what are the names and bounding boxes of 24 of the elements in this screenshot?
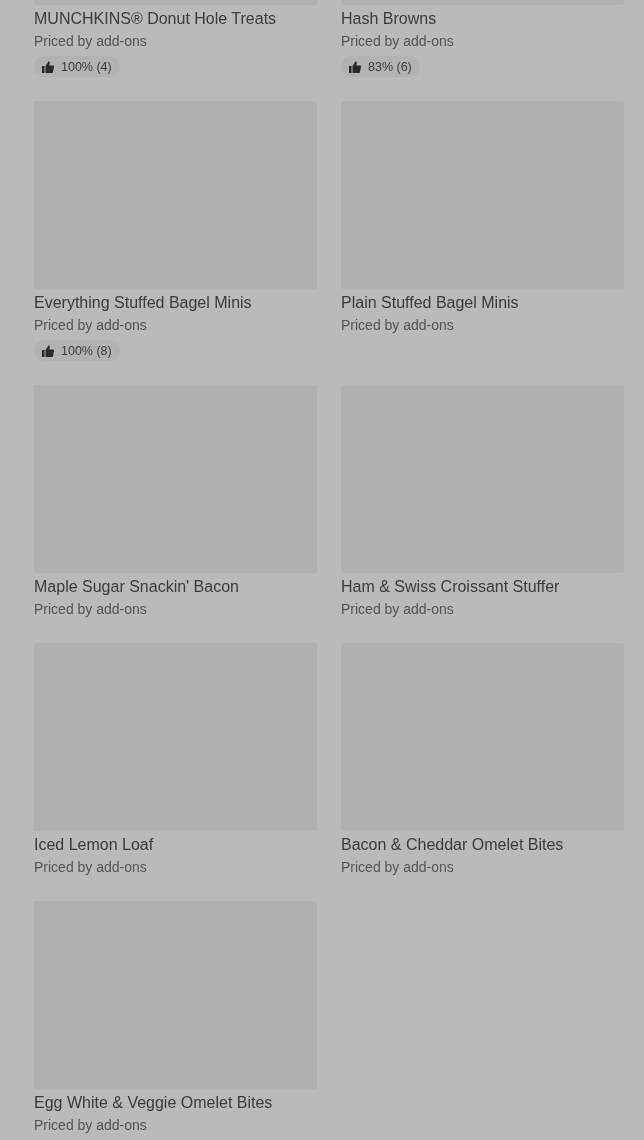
- item-price: Priced by add-ons: [341, 316, 454, 335]
- item-price: Priced by add-ons: [34, 1116, 147, 1135]
- item-name: Iced Lemon Loaf: [34, 835, 154, 855]
- thumbs-up-icon: [42, 344, 54, 357]
- item-price: Priced by add-ons: [34, 600, 147, 619]
- thumbs-up-icon: [42, 60, 54, 73]
- item-price: Priced by add-ons: [341, 600, 454, 619]
- item-name: Maple Sugar Snackin' Bacon: [34, 577, 239, 597]
- item-name: Egg White & Veggie Omelet Bites: [34, 1093, 273, 1113]
- item-price: Priced by add-ons: [34, 32, 147, 51]
- rating-text: 100% (4): [61, 59, 112, 74]
- item-price: Priced by add-ons: [34, 858, 147, 877]
- item-name: Ham & Swiss Croissant Stuffer: [341, 577, 560, 597]
- item-price: Priced by add-ons: [341, 858, 454, 877]
- rating-text: 100% (8): [61, 343, 112, 358]
- item-name: Bacon & Cheddar Omelet Bites: [341, 835, 564, 855]
- thumbs-up-icon: [349, 60, 361, 73]
- item-price: Priced by add-ons: [341, 32, 454, 51]
- item-name: MUNCHKINS® Donut Hole Treats: [34, 9, 277, 29]
- item-name: Hash Browns: [341, 9, 437, 29]
- rating-text: 83% (6): [368, 59, 412, 74]
- item-price: Priced by add-ons: [34, 316, 147, 335]
- item-name: Plain Stuffed Bagel Minis: [341, 293, 519, 313]
- item-name: Everything Stuffed Bagel Minis: [34, 293, 252, 313]
